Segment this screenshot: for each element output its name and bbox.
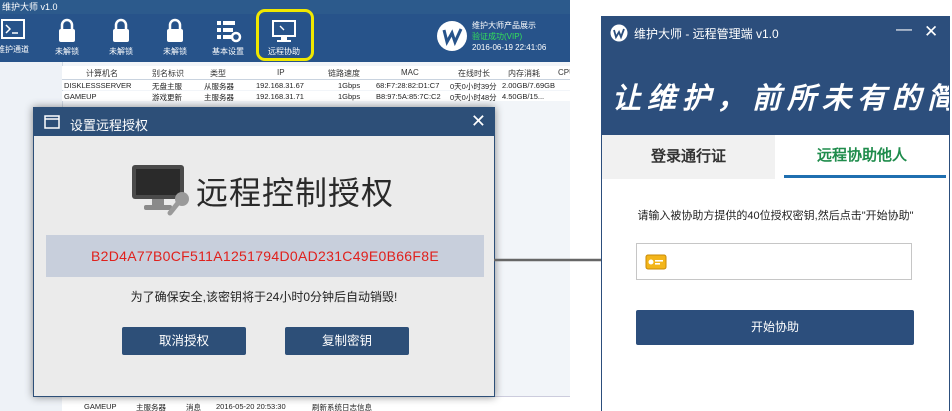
lock-icon [59,18,75,42]
column-header[interactable]: MAC [401,68,419,77]
toolbar-locked-button-3[interactable]: 未解锁 [150,14,200,62]
row-memory: 2.00GB/7.69GB [502,81,555,90]
remote-authorization-dialog: 设置远程授权 ✕ 远程控制授权 B2D4A77B0CF511A1251794D0… [33,107,495,397]
toolbar-settings-button[interactable]: 基本设置 [203,14,253,62]
column-header[interactable]: 链路速度 [328,68,360,79]
row-alias: 游戏更新 [152,93,182,102]
tab-login-pass[interactable]: 登录通行证 [602,135,775,179]
window-title: 维护大师 - 远程管理端 v1.0 [634,27,779,41]
close-icon[interactable]: ✕ [924,22,938,42]
dialog-titlebar: 设置远程授权 ✕ [34,108,494,136]
log-row[interactable]: GAMEUP 主服务器 消息 2016-05-20 20:53:30 刷新系统日… [62,396,570,411]
brand-logo-icon [437,21,467,51]
row-speed: 1Gbps [338,92,361,101]
brand-title: 维护大师产品展示 [472,21,536,30]
column-header[interactable]: 计算机名 [86,68,118,79]
lock-icon [113,18,129,42]
log-time: 2016-05-20 20:53:30 [216,402,286,411]
slogan-banner: 让维护，前所未有的简单 [602,47,949,135]
column-header[interactable]: 别名标识 [152,68,184,79]
slogan: 让维护，前所未有的简单 [612,81,949,115]
active-tab-indicator [784,175,946,178]
row-name: GAMEUP [64,92,97,101]
minimize-icon[interactable]: — [896,21,912,39]
cancel-authorization-button[interactable]: 取消授权 [122,327,246,355]
table-header: 计算机名 别名标识 类型 IP 链路速度 MAC 在线时长 内存消耗 CPU [62,66,570,80]
column-header[interactable]: 类型 [210,68,226,79]
brand-datetime: 2016-06-19 22:41:06 [472,43,547,52]
expiry-warning: 为了确保安全,该密钥将于24小时0分钟后自动销毁! [130,290,398,304]
remote-monitor-icon [132,165,189,216]
window-icon [44,115,60,129]
toolbar-locked-button-2[interactable]: 未解锁 [96,14,146,62]
window-titlebar: 维护大师 - 远程管理端 v1.0 — ✕ [602,17,949,47]
row-speed: 1Gbps [338,81,361,90]
row-online: 0天0小时48分 [450,93,497,102]
license-status: 验证成功(VIP) [472,32,523,41]
remote-management-window: 维护大师 - 远程管理端 v1.0 — ✕ 让维护，前所未有的简单 登录通行证 … [601,16,950,411]
log-host: GAMEUP [84,402,117,411]
row-ip: 192.168.31.67 [256,81,304,90]
authorization-key-input[interactable] [636,243,912,280]
instruction-text: 请输入被协助方提供的40位授权密钥,然后点击"开始协助" [637,210,914,222]
dialog-title: 设置远程授权 [70,118,149,133]
table-row[interactable]: DISKLESSSERVER 无盘主服 从服务器 192.168.31.67 1… [62,80,570,91]
dialog-heading: 远程控制授权 [196,175,395,211]
row-memory: 4.50GB/15... [502,92,545,101]
highlight-box [256,9,314,61]
table-row[interactable]: GAMEUP 游戏更新 主服务器 192.168.31.71 1Gbps B8:… [62,91,570,102]
row-mac: B8:97:5A:85:7C:C2 [376,92,441,101]
key-card-icon [645,254,667,270]
row-ip: 192.168.31.71 [256,92,304,101]
copy-key-button[interactable]: 复制密钥 [285,327,409,355]
lock-icon [167,18,183,42]
column-header[interactable]: 内存消耗 [508,68,540,79]
row-type: 主服务器 [204,93,234,102]
row-name: DISKLESSSERVER [64,81,132,90]
log-category: 消息 [186,403,201,411]
close-icon[interactable]: ✕ [471,111,486,131]
log-message: 刷新系统日志信息 [312,403,372,411]
toolbar-maintenance-channel-button[interactable]: 维护通道 [0,14,38,62]
toolbar-locked-button-1[interactable]: 未解锁 [42,14,92,62]
column-header[interactable]: CPU [558,68,570,77]
row-mac: 68:F7:28:82:D1:C7 [376,81,440,90]
brand-info: 维护大师产品展示 验证成功(VIP) 2016-06-19 22:41:06 [472,20,546,53]
authorization-key[interactable]: B2D4A77B0CF511A1251794D0AD231C49E0B66F8E [46,235,484,277]
column-header[interactable]: 在线时长 [458,68,490,79]
tab-remote-assist[interactable]: 远程协助他人 [775,135,949,179]
column-header[interactable]: IP [277,68,285,77]
settings-icon [217,21,242,43]
brand-logo-icon [610,24,628,42]
start-assist-button[interactable]: 开始协助 [636,310,914,345]
log-type: 主服务器 [136,403,166,411]
terminal-icon [1,19,25,39]
